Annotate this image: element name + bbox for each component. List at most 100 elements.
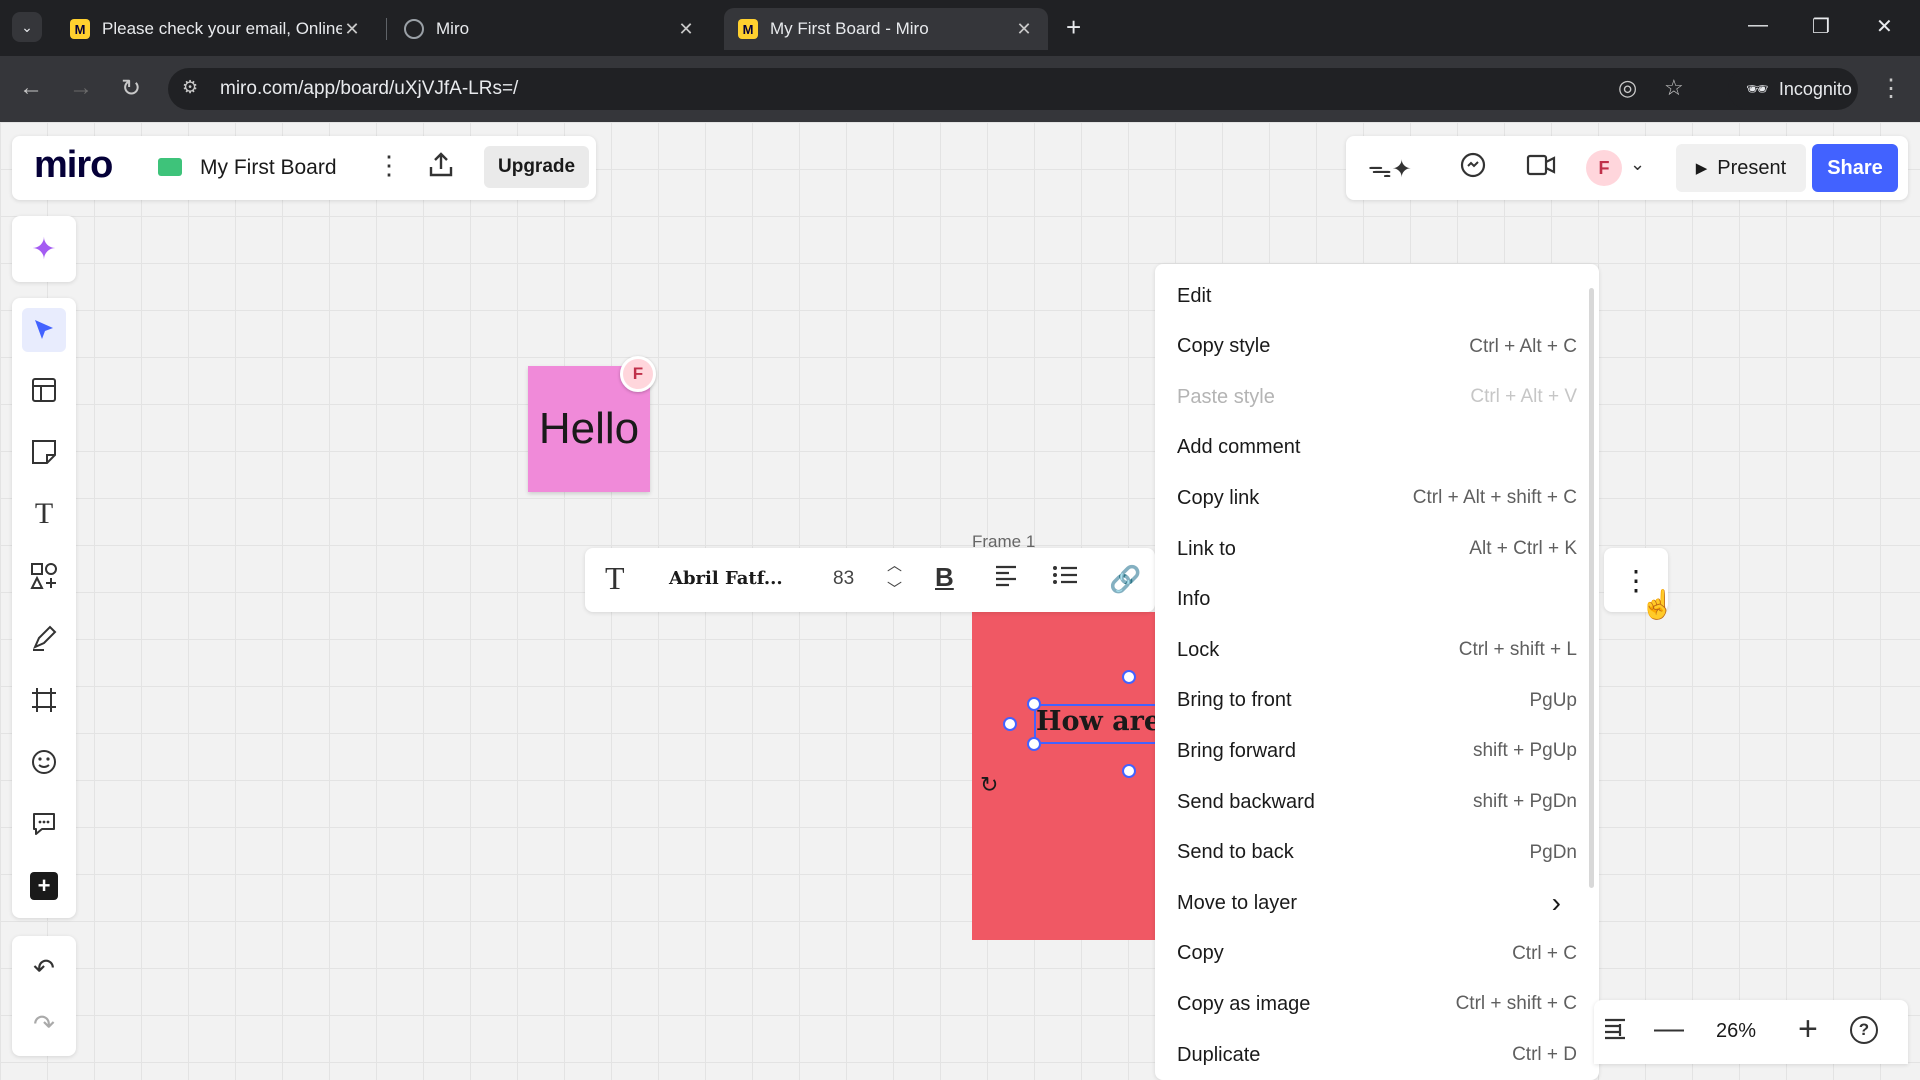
bookmark-star-icon[interactable]: ☆ (1664, 75, 1684, 101)
menu-item-shortcut: Ctrl + C (1512, 942, 1577, 964)
site-info-icon[interactable]: ⚙ (182, 77, 198, 98)
menu-item-edit[interactable]: Edit (1177, 276, 1577, 316)
menu-item-copy-as-image[interactable]: Copy as image Ctrl + shift + C (1177, 984, 1577, 1024)
resize-handle[interactable] (1003, 717, 1017, 731)
forward-icon[interactable]: → (66, 74, 96, 102)
menu-item-send-backward[interactable]: Send backward shift + PgDn (1177, 782, 1577, 822)
video-icon[interactable] (1526, 152, 1556, 183)
miro-logo[interactable]: miro (34, 144, 113, 187)
pen-tool[interactable] (22, 616, 66, 660)
sticky-note-text[interactable]: Hello (539, 404, 639, 454)
resize-handle[interactable] (1027, 737, 1041, 751)
close-tab-icon[interactable]: ✕ (1014, 19, 1034, 40)
ai-assist-button[interactable]: ✦ (12, 216, 76, 282)
menu-item-link-to[interactable]: Link to Alt + Ctrl + K (1177, 529, 1577, 569)
minimize-icon[interactable]: — (1748, 14, 1768, 37)
resize-handle[interactable] (1122, 764, 1136, 778)
new-tab-button[interactable]: + (1066, 12, 1081, 43)
eye-off-icon[interactable]: ◎ (1618, 75, 1637, 101)
align-left-icon[interactable] (993, 562, 1019, 593)
bold-icon[interactable]: B (935, 562, 954, 593)
tab-my-first-board[interactable]: M My First Board - Miro ✕ (724, 8, 1048, 50)
menu-item-info[interactable]: Info (1177, 580, 1577, 620)
menu-item-copy[interactable]: Copy Ctrl + C (1177, 934, 1577, 974)
frame-tool[interactable] (22, 678, 66, 722)
address-bar[interactable]: ⚙ miro.com/app/board/uXjVJfA-LRs=/ ◎ ☆ (168, 68, 1768, 110)
present-button[interactable]: ▶ Present (1676, 144, 1806, 192)
user-avatar[interactable]: F (1586, 150, 1622, 186)
stickers-tool[interactable] (22, 740, 66, 784)
rotate-handle-icon[interactable]: ↻ (980, 772, 998, 798)
menu-item-add-comment[interactable]: Add comment (1177, 428, 1577, 468)
share-button[interactable]: Share (1812, 144, 1898, 192)
resize-handle[interactable] (1027, 697, 1041, 711)
window-close-icon[interactable]: ✕ (1876, 14, 1893, 39)
font-family-select[interactable]: Abril Fatf... (669, 568, 783, 589)
frame-text[interactable]: How are (1036, 706, 1161, 737)
undo-button[interactable]: ↶ (22, 946, 66, 990)
menu-scrollbar[interactable] (1589, 288, 1594, 888)
chevron-down-icon[interactable]: ⌄ (1630, 154, 1645, 175)
zoom-in-icon[interactable]: + (1798, 1010, 1818, 1049)
menu-item-send-to-back[interactable]: Send to back PgDn (1177, 833, 1577, 873)
font-size-value[interactable]: 83 (833, 568, 854, 590)
help-icon[interactable]: ? (1850, 1016, 1878, 1044)
browser-tab-bar: ⌄ M Please check your email, Online ✕ Mi… (0, 0, 1920, 56)
select-tool[interactable] (22, 308, 66, 352)
context-menu: Edit Copy style Ctrl + Alt + C Paste style C… (1155, 264, 1599, 1080)
board-name[interactable]: My First Board (200, 156, 337, 180)
redo-button[interactable]: ↷ (22, 1002, 66, 1046)
sticky-note-tool[interactable] (22, 430, 66, 474)
close-tab-icon[interactable]: ✕ (676, 19, 696, 40)
reload-icon[interactable]: ↻ (116, 74, 146, 103)
bullet-list-icon[interactable] (1051, 562, 1079, 593)
tab-title: Please check your email, Online (102, 19, 342, 38)
restore-icon[interactable]: ❐ (1812, 14, 1830, 39)
font-size-up-icon[interactable]: ︿ (887, 554, 902, 575)
url-text[interactable]: miro.com/app/board/uXjVJfA-LRs=/ (220, 78, 518, 100)
menu-item-copy-link[interactable]: Copy link Ctrl + Alt + shift + C (1177, 478, 1577, 518)
incognito-badge[interactable]: 🕶 Incognito (1728, 68, 1858, 110)
sticky-note-icon (32, 440, 56, 464)
link-icon[interactable]: 🔗 (1109, 564, 1141, 595)
text-format-toolbar: T Abril Fatf... 83 ︿ ﹀ B 🔗 (585, 548, 1155, 612)
shapes-tool[interactable] (22, 554, 66, 598)
text-type-icon[interactable]: T (605, 560, 625, 597)
menu-item-bring-forward[interactable]: Bring forward shift + PgUp (1177, 731, 1577, 771)
add-more-tool[interactable]: + (22, 864, 66, 908)
browser-menu-icon[interactable]: ⋮ (1876, 74, 1906, 103)
menu-item-paste-style[interactable]: Paste style Ctrl + Alt + V (1177, 377, 1577, 417)
reactions-icon[interactable]: ᯓ✦ (1368, 152, 1412, 185)
back-icon[interactable]: ← (16, 74, 46, 102)
tab-title: My First Board - Miro (770, 19, 929, 38)
zoom-out-icon[interactable]: — (1654, 1012, 1684, 1046)
zoom-level[interactable]: 26% (1716, 1020, 1756, 1043)
export-icon[interactable] (426, 150, 456, 185)
chat-icon[interactable] (1458, 150, 1488, 185)
menu-item-label: Add comment (1177, 436, 1301, 459)
menu-item-copy-style[interactable]: Copy style Ctrl + Alt + C (1177, 327, 1577, 367)
font-size-down-icon[interactable]: ﹀ (887, 578, 902, 599)
present-label: Present (1717, 156, 1787, 179)
play-icon: ▶ (1695, 160, 1708, 177)
board-menu-icon[interactable]: ⋮ (376, 150, 402, 181)
tab-search-button[interactable]: ⌄ (12, 12, 42, 42)
menu-item-lock[interactable]: Lock Ctrl + shift + L (1177, 630, 1577, 670)
text-tool[interactable]: T (22, 492, 66, 536)
text-icon: T (34, 497, 54, 530)
menu-item-bring-to-front[interactable]: Bring to front PgUp (1177, 681, 1577, 721)
board-navigator-icon[interactable] (1602, 1016, 1628, 1049)
hand-cursor-icon: ☝ (1640, 589, 1675, 620)
tab-miro[interactable]: Miro ✕ (390, 8, 710, 50)
templates-icon (32, 378, 56, 402)
selected-text-box[interactable]: How are (1034, 704, 1161, 744)
tab-please-check-email[interactable]: M Please check your email, Online ✕ (56, 8, 376, 50)
menu-item-move-to-layer[interactable]: Move to layer › (1177, 883, 1577, 923)
upgrade-button[interactable]: Upgrade (484, 146, 590, 188)
resize-handle[interactable] (1122, 670, 1136, 684)
menu-item-shortcut: PgDn (1529, 841, 1577, 863)
comment-tool[interactable] (22, 802, 66, 846)
close-tab-icon[interactable]: ✕ (342, 19, 362, 40)
menu-item-duplicate[interactable]: Duplicate Ctrl + D (1177, 1035, 1577, 1075)
templates-tool[interactable] (22, 368, 66, 412)
